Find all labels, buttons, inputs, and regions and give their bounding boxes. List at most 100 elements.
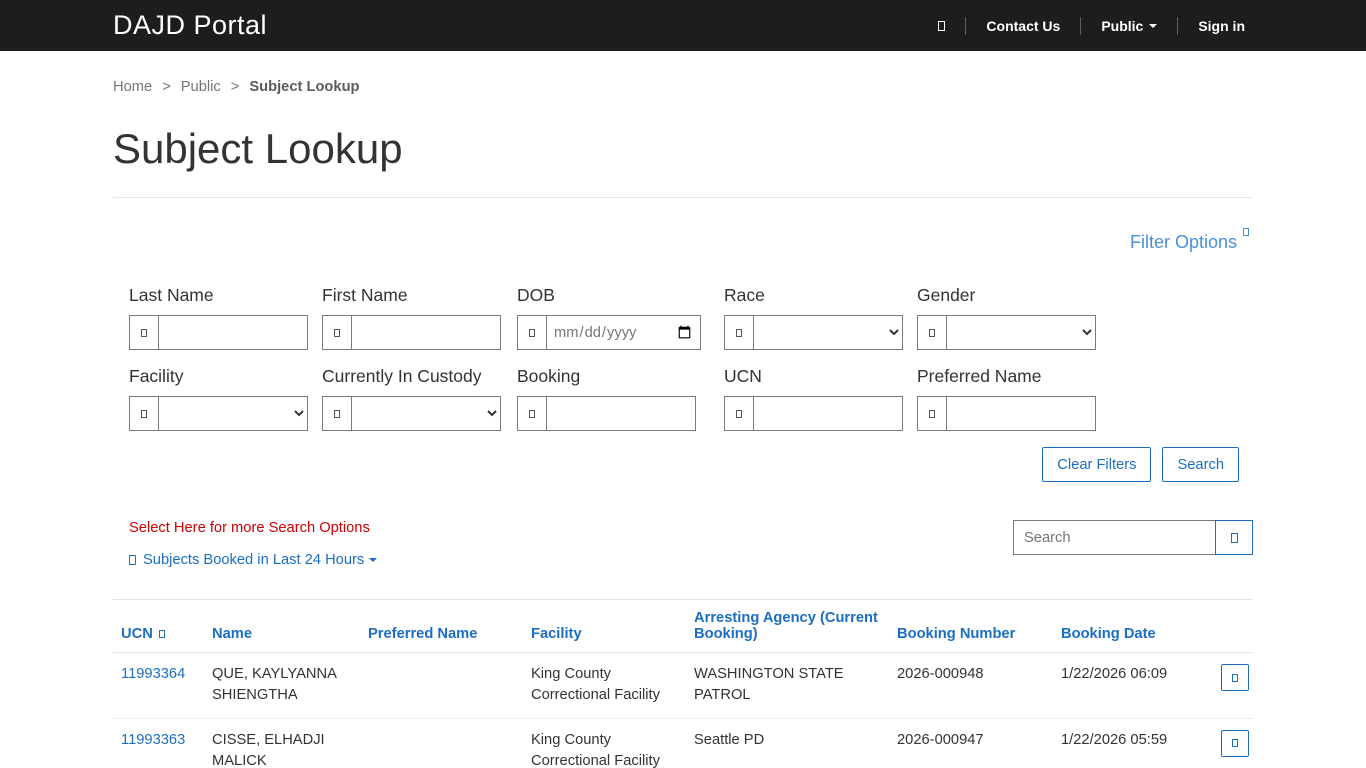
ucn-input[interactable]	[754, 396, 903, 431]
breadcrumb-separator: >	[230, 79, 240, 95]
filter-operator-icon	[141, 328, 147, 337]
chevron-down-icon	[1149, 23, 1158, 28]
navbar-search-button[interactable]	[930, 15, 953, 37]
table-row: 11993364 QUE, KAYLYANNA SHIENGTHA King C…	[113, 652, 1253, 719]
facility-label: Facility	[129, 366, 184, 386]
booking-label: Booking	[517, 366, 581, 386]
preferred-name-operator-button[interactable]	[917, 396, 947, 431]
header-name[interactable]: Name	[204, 599, 360, 653]
filter-operator-icon	[141, 409, 147, 418]
search-icon	[938, 20, 946, 31]
race-select[interactable]	[754, 315, 903, 350]
ucn-link[interactable]: 11993364	[121, 666, 185, 682]
sort-icon	[158, 630, 165, 639]
grid-search-button[interactable]	[1215, 520, 1253, 555]
list-icon	[129, 555, 136, 565]
results-table: UCN Name Preferred Name Facility Arresti…	[113, 599, 1253, 768]
filter-operator-icon	[334, 409, 340, 418]
nav-sign-in[interactable]: Sign in	[1190, 12, 1253, 40]
facility-operator-button[interactable]	[129, 396, 159, 431]
race-label: Race	[724, 285, 765, 305]
breadcrumb-home[interactable]: Home	[113, 79, 152, 95]
preferred-name-input[interactable]	[947, 396, 1096, 431]
breadcrumb-public[interactable]: Public	[181, 79, 221, 95]
row-details-button[interactable]	[1221, 664, 1249, 691]
filter-operator-icon	[334, 328, 340, 337]
first-name-label: First Name	[322, 285, 408, 305]
filter-options-label: Filter Options	[1129, 232, 1237, 252]
first-name-input[interactable]	[352, 315, 501, 350]
breadcrumb: Home > Public > Subject Lookup	[113, 79, 1253, 95]
brand-link[interactable]: DAJD Portal	[113, 10, 267, 41]
currently-in-custody-select[interactable]	[352, 396, 501, 431]
page-title: Subject Lookup	[113, 125, 403, 172]
ucn-link[interactable]: 11993363	[121, 732, 185, 748]
nav-divider	[1080, 16, 1082, 35]
top-navbar: DAJD Portal Contact Us Public Sign in	[0, 0, 1366, 51]
gender-select[interactable]	[947, 315, 1096, 350]
custody-operator-button[interactable]	[322, 396, 352, 431]
header-preferred-name[interactable]: Preferred Name	[360, 599, 523, 653]
more-search-options-link[interactable]: Select Here for more Search Options	[129, 520, 370, 536]
currently-in-custody-label: Currently In Custody	[322, 366, 482, 386]
clear-filters-button[interactable]: Clear Filters	[1042, 447, 1152, 482]
row-details-button[interactable]	[1221, 729, 1249, 757]
nav-divider	[1177, 16, 1179, 35]
chevron-down-icon	[369, 558, 378, 562]
booking-operator-button[interactable]	[517, 396, 547, 431]
cell-preferred-name	[360, 652, 523, 719]
title-divider	[113, 197, 1253, 198]
dob-operator-button[interactable]	[517, 315, 547, 350]
details-icon	[1232, 739, 1238, 748]
facility-select[interactable]	[159, 396, 308, 431]
cell-booking-date: 1/22/2026 05:59	[1053, 718, 1213, 768]
filter-operator-icon	[529, 409, 535, 418]
search-icon	[1230, 532, 1238, 543]
subjects-booked-24h-label: Subjects Booked in Last 24 Hours	[143, 552, 365, 568]
ucn-label: UCN	[724, 366, 762, 386]
booking-input[interactable]	[547, 396, 696, 431]
ucn-operator-button[interactable]	[724, 396, 754, 431]
filter-operator-icon	[929, 328, 935, 337]
cell-preferred-name	[360, 718, 523, 768]
cell-agency: WASHINGTON STATE PATROL	[686, 652, 889, 719]
gender-label: Gender	[917, 285, 976, 305]
grid-search	[1013, 520, 1253, 555]
nav-contact-us[interactable]: Contact Us	[978, 12, 1068, 40]
header-booking-date[interactable]: Booking Date	[1053, 599, 1213, 653]
cell-name: QUE, KAYLYANNA SHIENGTHA	[204, 652, 360, 719]
header-arresting-agency[interactable]: Arresting Agency (Current Booking)	[686, 599, 889, 653]
cell-facility: King County Correctional Facility	[523, 718, 686, 768]
last-name-label: Last Name	[129, 285, 214, 305]
header-booking-number[interactable]: Booking Number	[889, 599, 1053, 653]
header-ucn[interactable]: UCN	[113, 599, 204, 653]
nav-divider	[965, 16, 967, 35]
subjects-booked-24h-dropdown[interactable]: Subjects Booked in Last 24 Hours	[129, 552, 378, 568]
dob-input[interactable]	[547, 315, 701, 350]
table-row: 11993363 CISSE, ELHADJI MALICK King Coun…	[113, 718, 1253, 768]
cell-booking-date: 1/22/2026 06:09	[1053, 652, 1213, 719]
cell-facility: King County Correctional Facility	[523, 652, 686, 719]
cell-booking-number: 2026-000947	[889, 718, 1053, 768]
first-name-operator-button[interactable]	[322, 315, 352, 350]
filter-options-link[interactable]: Filter Options	[1129, 228, 1249, 253]
filter-search-button[interactable]: Search	[1162, 447, 1239, 482]
last-name-input[interactable]	[159, 315, 308, 350]
last-name-operator-button[interactable]	[129, 315, 159, 350]
filter-operator-icon	[929, 409, 935, 418]
race-operator-button[interactable]	[724, 315, 754, 350]
cell-agency: Seattle PD	[686, 718, 889, 768]
grid-search-input[interactable]	[1013, 520, 1216, 555]
details-icon	[1232, 673, 1238, 682]
nav-public-label: Public	[1101, 17, 1144, 34]
cell-booking-number: 2026-000948	[889, 652, 1053, 719]
preferred-name-label: Preferred Name	[917, 366, 1042, 386]
header-facility[interactable]: Facility	[523, 599, 686, 653]
dob-label: DOB	[517, 285, 555, 305]
filter-operator-icon	[736, 328, 742, 337]
header-actions	[1213, 599, 1253, 653]
filter-form: Last Name First Name DOB Race	[113, 285, 1253, 431]
gender-operator-button[interactable]	[917, 315, 947, 350]
nav-public-dropdown[interactable]: Public	[1093, 12, 1165, 40]
breadcrumb-separator: >	[162, 79, 171, 95]
